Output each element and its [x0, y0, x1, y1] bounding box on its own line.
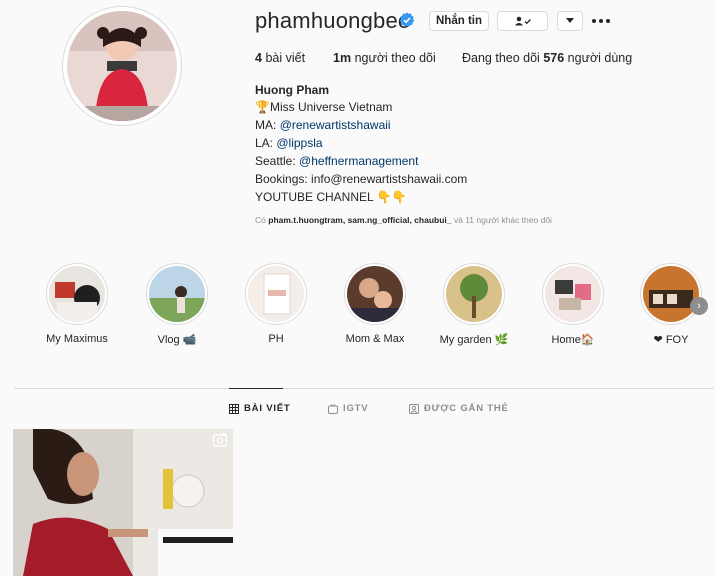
chevron-down-icon — [566, 18, 574, 23]
verified-badge-icon — [399, 12, 415, 27]
highlight-mom-and-max[interactable]: Mom & Max — [335, 263, 415, 345]
highlight-label: ❤ FOY — [653, 334, 689, 346]
highlight-cover — [643, 266, 699, 322]
tab-posts[interactable]: BÀI VIẾT — [229, 403, 291, 414]
following-count[interactable]: Đang theo dõi 576 người dùng — [462, 51, 632, 65]
highlight-ring[interactable] — [245, 263, 307, 325]
avatar[interactable] — [67, 11, 177, 121]
tab-label: IGTV — [343, 403, 369, 414]
highlight-ring[interactable] — [640, 263, 702, 325]
highlight-ring[interactable] — [46, 263, 108, 325]
video-post-icon — [213, 433, 227, 447]
highlight-label: My Maximus — [46, 333, 108, 345]
highlight-vlog[interactable]: Vlog 📹 — [137, 263, 217, 346]
bio-line-youtube: YOUTUBE CHANNEL 👇👇 — [255, 190, 407, 204]
highlight-label: Mom & Max — [345, 333, 405, 345]
highlight-ring[interactable] — [344, 263, 406, 325]
highlight-cover — [49, 266, 105, 322]
highlight-label: Vlog 📹 — [157, 334, 197, 346]
tab-tagged[interactable]: ĐƯỢC GẮN THẺ — [409, 403, 509, 414]
highlight-cover — [446, 266, 502, 322]
highlight-my-garden[interactable]: My garden 🌿 — [434, 263, 514, 346]
highlight-cover — [248, 266, 304, 322]
highlight-ph[interactable]: PH — [236, 263, 316, 345]
highlight-ring[interactable] — [443, 263, 505, 325]
tab-igtv[interactable]: IGTV — [328, 403, 368, 414]
highlight-ring[interactable] — [542, 263, 604, 325]
following-button[interactable] — [497, 11, 548, 31]
suggestions-dropdown-button[interactable] — [557, 11, 583, 31]
grid-icon — [229, 403, 239, 414]
followers-count[interactable]: 1m người theo dõi — [333, 51, 436, 65]
message-button[interactable]: Nhắn tin — [429, 11, 489, 31]
highlight-cover — [149, 266, 205, 322]
highlight-cover — [545, 266, 601, 322]
more-options-icon[interactable] — [592, 14, 610, 28]
posts-count: 4 bài viết — [255, 51, 306, 65]
bio-link-heffnermanagement[interactable]: @heffnermanagement — [299, 154, 418, 168]
profile-full-name: Huong Pham — [255, 83, 329, 97]
highlight-label: PH — [268, 333, 284, 345]
highlight-label: Home🏠 — [551, 334, 595, 346]
igtv-icon — [328, 403, 338, 414]
tabs-divider — [14, 388, 714, 389]
tab-label: ĐƯỢC GẮN THẺ — [424, 403, 509, 414]
bio-link-lippsla[interactable]: @lippsla — [276, 136, 322, 150]
highlight-ring[interactable] — [146, 263, 208, 325]
highlight-cover — [347, 266, 403, 322]
tagged-icon — [409, 403, 419, 414]
followed-by-text[interactable]: Có pham.t.huongtram, sam.ng_official, ch… — [255, 215, 552, 225]
following-person-check-icon — [514, 16, 531, 26]
highlight-home[interactable]: Home🏠 — [533, 263, 613, 346]
highlights-next-arrow-icon[interactable]: › — [690, 297, 708, 315]
profile-username: phamhuongbee — [255, 8, 411, 33]
tab-label: BÀI VIẾT — [244, 403, 291, 414]
bio-line-bookings: Bookings: info@renewartistshawaii.com — [255, 172, 468, 186]
bio-line-seattle: Seattle: @heffnermanagement — [255, 154, 419, 168]
bio-line-ma: MA: @renewartistshawaii — [255, 118, 391, 132]
highlight-my-maximus[interactable]: My Maximus — [37, 263, 117, 345]
bio-link-renewartistshawaii[interactable]: @renewartistshawaii — [280, 118, 391, 132]
active-tab-indicator — [229, 388, 283, 389]
bio-line-la: LA: @lippsla — [255, 136, 323, 150]
post-thumbnail[interactable] — [13, 429, 233, 576]
bio-line-title: 🏆Miss Universe Vietnam — [255, 100, 393, 114]
highlight-label: My garden 🌿 — [439, 334, 509, 346]
